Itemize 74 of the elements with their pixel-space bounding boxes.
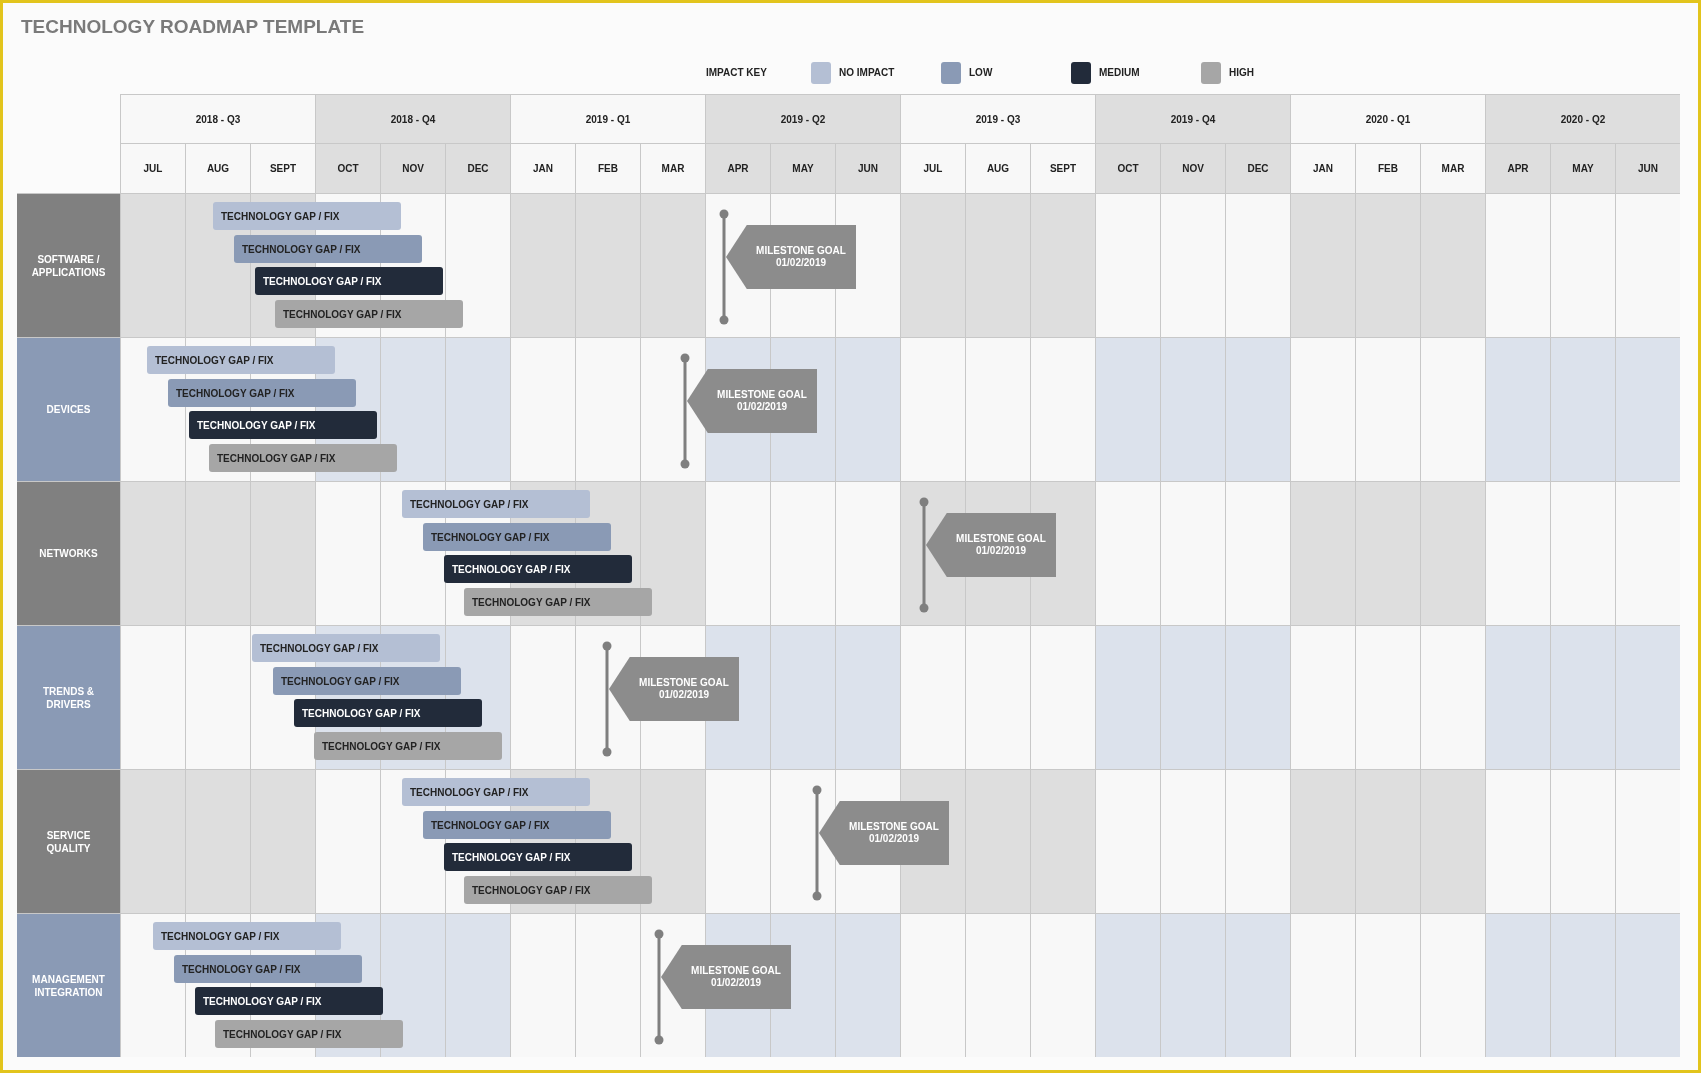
gap-fix-bar: TECHNOLOGY GAP / FIX <box>209 444 397 472</box>
gap-fix-bar: TECHNOLOGY GAP / FIX <box>273 667 461 695</box>
legend-label: MEDIUM <box>1099 66 1140 80</box>
gap-fix-bar: TECHNOLOGY GAP / FIX <box>444 843 632 871</box>
quarter-header: 2019 - Q1 <box>510 94 705 143</box>
legend-label: HIGH <box>1229 66 1254 80</box>
month-header: NOV <box>1160 143 1225 193</box>
month-header: SEPT <box>1030 143 1095 193</box>
month-header: JUN <box>835 143 900 193</box>
month-header: JUL <box>120 143 185 193</box>
impact-key-label: IMPACT KEY <box>706 66 768 80</box>
gap-fix-bar: TECHNOLOGY GAP / FIX <box>402 778 590 806</box>
milestone-flag: MILESTONE GOAL 01/02/2019 <box>819 801 949 865</box>
gap-fix-bar: TECHNOLOGY GAP / FIX <box>402 490 590 518</box>
quarter-header: 2020 - Q2 <box>1485 94 1680 143</box>
month-header: JAN <box>510 143 575 193</box>
category-label: MANAGEMENT INTEGRATION <box>17 913 120 1057</box>
gap-fix-bar: TECHNOLOGY GAP / FIX <box>464 876 652 904</box>
milestone-flag: MILESTONE GOAL 01/02/2019 <box>687 369 817 433</box>
month-header: JUL <box>900 143 965 193</box>
category-label: NETWORKS <box>17 481 120 625</box>
month-header: AUG <box>965 143 1030 193</box>
milestone-flag: MILESTONE GOAL 01/02/2019 <box>926 513 1056 577</box>
legend-label: LOW <box>969 66 993 80</box>
gap-fix-bar: TECHNOLOGY GAP / FIX <box>275 300 463 328</box>
gap-fix-bar: TECHNOLOGY GAP / FIX <box>252 634 440 662</box>
page-title: TECHNOLOGY ROADMAP TEMPLATE <box>21 15 365 39</box>
month-header: AUG <box>185 143 250 193</box>
category-label: SERVICE QUALITY <box>17 769 120 913</box>
category-label: DEVICES <box>17 337 120 481</box>
gap-fix-bar: TECHNOLOGY GAP / FIX <box>168 379 356 407</box>
month-header: MAY <box>770 143 835 193</box>
gap-fix-bar: TECHNOLOGY GAP / FIX <box>213 202 401 230</box>
gap-fix-bar: TECHNOLOGY GAP / FIX <box>189 411 377 439</box>
month-header: MAR <box>640 143 705 193</box>
month-header: MAR <box>1420 143 1485 193</box>
gap-fix-bar: TECHNOLOGY GAP / FIX <box>444 555 632 583</box>
month-header: FEB <box>575 143 640 193</box>
month-header: OCT <box>1095 143 1160 193</box>
quarter-header: 2018 - Q4 <box>315 94 510 143</box>
gap-fix-bar: TECHNOLOGY GAP / FIX <box>255 267 443 295</box>
month-header: OCT <box>315 143 380 193</box>
gap-fix-bar: TECHNOLOGY GAP / FIX <box>195 987 383 1015</box>
month-header: MAY <box>1550 143 1615 193</box>
gap-fix-bar: TECHNOLOGY GAP / FIX <box>423 523 611 551</box>
month-header: JUN <box>1615 143 1680 193</box>
gap-fix-bar: TECHNOLOGY GAP / FIX <box>234 235 422 263</box>
gap-fix-bar: TECHNOLOGY GAP / FIX <box>215 1020 403 1048</box>
legend-label: NO IMPACT <box>839 66 895 80</box>
quarter-header: 2018 - Q3 <box>120 94 315 143</box>
month-header: JAN <box>1290 143 1355 193</box>
month-header: SEPT <box>250 143 315 193</box>
milestone-flag: MILESTONE GOAL 01/02/2019 <box>661 945 791 1009</box>
gap-fix-bar: TECHNOLOGY GAP / FIX <box>464 588 652 616</box>
gap-fix-bar: TECHNOLOGY GAP / FIX <box>147 346 335 374</box>
gap-fix-bar: TECHNOLOGY GAP / FIX <box>294 699 482 727</box>
month-header: APR <box>1485 143 1550 193</box>
quarter-header: 2019 - Q2 <box>705 94 900 143</box>
quarter-header: 2019 - Q3 <box>900 94 1095 143</box>
quarter-header: 2019 - Q4 <box>1095 94 1290 143</box>
gap-fix-bar: TECHNOLOGY GAP / FIX <box>423 811 611 839</box>
month-header: APR <box>705 143 770 193</box>
month-header: NOV <box>380 143 445 193</box>
milestone-flag: MILESTONE GOAL 01/02/2019 <box>726 225 856 289</box>
gap-fix-bar: TECHNOLOGY GAP / FIX <box>153 922 341 950</box>
quarter-header: 2020 - Q1 <box>1290 94 1485 143</box>
category-label: SOFTWARE / APPLICATIONS <box>17 193 120 337</box>
month-header: DEC <box>445 143 510 193</box>
gap-fix-bar: TECHNOLOGY GAP / FIX <box>314 732 502 760</box>
month-header: FEB <box>1355 143 1420 193</box>
category-label: TRENDS & DRIVERS <box>17 625 120 769</box>
milestone-flag: MILESTONE GOAL 01/02/2019 <box>609 657 739 721</box>
gap-fix-bar: TECHNOLOGY GAP / FIX <box>174 955 362 983</box>
month-header: DEC <box>1225 143 1290 193</box>
